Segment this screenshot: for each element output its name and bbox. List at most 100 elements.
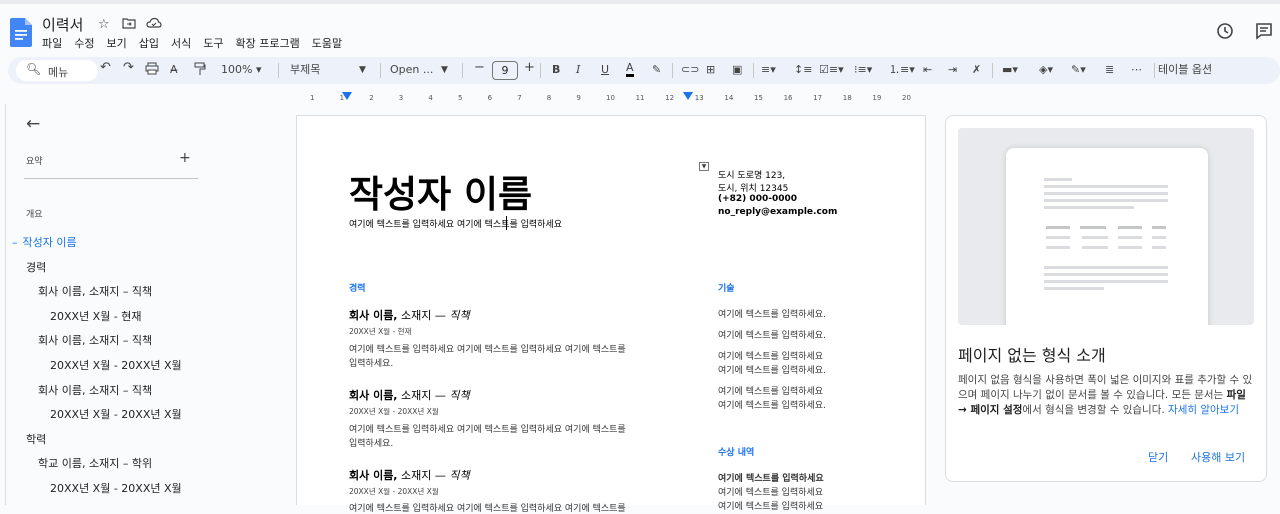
increase-font-size-icon[interactable]: + <box>524 60 535 76</box>
chevron-down-icon[interactable]: ▼ <box>699 162 709 171</box>
contact-address[interactable]: 도시 도로명 123, <box>718 168 785 181</box>
contact-email[interactable]: no_reply@example.com <box>718 207 837 217</box>
menu-edit[interactable]: 수정 <box>68 37 100 51</box>
menu-search-button[interactable]: 🔍︎ 메뉴 <box>16 60 98 81</box>
menu-file[interactable]: 파일 <box>42 37 68 51</box>
job-description[interactable]: 여기에 텍스트를 입력하세요 여기에 텍스트를 입력하세요 여기에 텍스트를 <box>349 342 626 355</box>
outline-item[interactable]: 학력 <box>26 431 46 447</box>
add-comment-icon[interactable]: ⊞ <box>706 62 715 78</box>
award-item[interactable]: 여기에 텍스트를 입력하세요 <box>718 471 824 484</box>
author-subtitle[interactable]: 여기에 텍스트를 입력하세요 여기에 텍스트를 입력하세요 <box>349 217 562 230</box>
menu-format[interactable]: 서식 <box>165 37 197 51</box>
skill-item[interactable]: 여기에 텍스트를 입력하세요. <box>718 398 826 411</box>
border-width-icon[interactable]: ▬▾ <box>1002 62 1018 78</box>
border-color-icon[interactable]: ✎▾ <box>1071 62 1086 78</box>
move-to-folder-icon[interactable] <box>122 17 136 33</box>
add-summary-icon[interactable]: + <box>179 150 191 166</box>
zoom-select[interactable]: 100% ▾ <box>221 62 261 78</box>
skill-item[interactable]: 여기에 텍스트를 입력하세요. <box>718 363 826 376</box>
job-description[interactable]: 여기에 텍스트를 입력하세요 여기에 텍스트를 입력하세요 여기에 텍스트를 <box>349 501 626 514</box>
job-dates[interactable]: 20XX년 X월 - 현재 <box>349 326 411 337</box>
undo-icon[interactable]: ↶ <box>100 60 111 76</box>
decrease-font-size-icon[interactable]: − <box>474 60 485 76</box>
outline-item[interactable]: 20XX년 X월 - 20XX년 X월 <box>50 480 182 496</box>
history-icon[interactable] <box>1216 22 1234 44</box>
spellcheck-icon[interactable]: A̶ <box>170 62 178 78</box>
comments-icon[interactable] <box>1255 22 1273 44</box>
outline-item[interactable]: 경력 <box>26 259 46 275</box>
job-title[interactable]: 회사 이름, 소재지 — 직책 <box>349 307 470 323</box>
text-color-icon[interactable]: A <box>626 62 634 77</box>
font-size-input[interactable]: 9 <box>492 61 518 80</box>
outline-item[interactable]: 학교 이름, 소재지 – 학위 <box>38 455 152 471</box>
increase-indent-icon[interactable]: ⇥ <box>948 62 957 78</box>
outline-item[interactable]: 20XX년 X월 - 20XX년 X월 <box>50 406 182 422</box>
menu-insert[interactable]: 삽입 <box>133 37 165 51</box>
contact-city[interactable]: 도시, 위치 12345 <box>718 181 788 194</box>
awards-heading[interactable]: 수상 내역 <box>718 445 754 458</box>
underline-icon[interactable]: U <box>601 62 609 78</box>
insert-image-icon[interactable]: ▣ <box>732 62 742 78</box>
menu-tools[interactable]: 도구 <box>197 37 229 51</box>
align-icon[interactable]: ≡▾ <box>761 62 776 78</box>
line-spacing-icon[interactable]: ↕≡ <box>794 62 812 78</box>
outline-item[interactable]: 20XX년 X월 - 20XX년 X월 <box>50 357 182 373</box>
job-description[interactable]: 입력하세요. <box>349 436 393 449</box>
skill-item[interactable]: 여기에 텍스트를 입력하세요. <box>718 307 826 320</box>
experience-heading[interactable]: 경력 <box>349 281 366 294</box>
close-button[interactable]: 닫기 <box>1148 449 1168 465</box>
star-icon[interactable]: ☆ <box>98 17 110 32</box>
job-description[interactable]: 여기에 텍스트를 입력하세요 여기에 텍스트를 입력하세요 여기에 텍스트를 <box>349 422 626 435</box>
clear-formatting-icon[interactable]: ✗ <box>972 62 981 78</box>
numbered-list-icon[interactable]: ⒈≡▾ <box>889 62 915 78</box>
job-title[interactable]: 회사 이름, 소재지 — 직책 <box>349 467 470 483</box>
style-select[interactable]: 부제목 <box>290 62 320 78</box>
horizontal-ruler[interactable]: 1 1 2 3 4 5 6 7 8 9 10 11 12 13 14 15 16 17 18 19 20 <box>296 90 926 104</box>
award-item[interactable]: 여기에 텍스트를 입력하세요 <box>718 485 823 498</box>
menu-extensions[interactable]: 확장 프로그램 <box>230 37 306 51</box>
skill-item[interactable]: 여기에 텍스트를 입력하세요 <box>718 384 823 397</box>
cloud-status-icon[interactable] <box>146 17 162 33</box>
author-name-heading[interactable]: 작성자 이름 <box>349 164 532 218</box>
bulleted-list-icon[interactable]: ⁝≡▾ <box>854 62 872 78</box>
italic-icon[interactable]: I <box>576 62 580 78</box>
learn-more-link[interactable]: 자세히 알아보기 <box>1168 404 1239 416</box>
checklist-icon[interactable]: ☑≡▾ <box>819 62 844 78</box>
redo-icon[interactable]: ↷ <box>123 60 134 76</box>
vertical-ruler[interactable] <box>0 104 6 505</box>
try-it-button[interactable]: 사용해 보기 <box>1191 449 1245 465</box>
menu-view[interactable]: 보기 <box>101 37 133 51</box>
outline-item[interactable]: 20XX년 X월 - 현재 <box>50 308 142 324</box>
highlight-icon[interactable]: ✎ <box>652 62 661 78</box>
fill-color-icon[interactable]: ◈▾ <box>1039 62 1053 78</box>
docs-logo-icon[interactable] <box>10 18 32 47</box>
outline-item[interactable]: 회사 이름, 소재지 – 직책 <box>38 283 152 299</box>
outline-item[interactable]: 회사 이름, 소재지 – 직책 <box>38 332 152 348</box>
summary-label: 요약 <box>26 157 43 167</box>
link-icon[interactable]: ⊂⊃ <box>681 62 699 78</box>
contact-phone[interactable]: (+82) 000-0000 <box>718 194 797 204</box>
skill-item[interactable]: 여기에 텍스트를 입력하세요 <box>718 349 823 362</box>
paint-format-icon[interactable] <box>194 62 206 81</box>
document-title[interactable]: 이력서 <box>42 14 83 35</box>
job-dates[interactable]: 20XX년 X월 - 20XX년 X월 <box>349 486 439 497</box>
back-arrow-icon[interactable]: ← <box>26 114 40 134</box>
job-description[interactable]: 입력하세요. <box>349 356 393 369</box>
font-select[interactable]: Open ... <box>390 62 433 78</box>
illustration-line <box>1044 280 1168 283</box>
job-dates[interactable]: 20XX년 X월 - 20XX년 X월 <box>349 406 439 417</box>
outline-item[interactable]: 회사 이름, 소재지 – 직책 <box>38 382 152 398</box>
decrease-indent-icon[interactable]: ⇤ <box>923 62 932 78</box>
award-item[interactable]: 여기에 텍스트를 입력하세요 <box>718 499 823 512</box>
border-style-icon[interactable]: ≣ <box>1105 62 1114 78</box>
menu-help[interactable]: 도움말 <box>306 37 348 51</box>
document-page[interactable]: 작성자 이름 여기에 텍스트를 입력하세요 여기에 텍스트를 입력하세요 ▼ 도… <box>296 115 926 514</box>
outline-item[interactable]: – 작성자 이름 <box>12 234 77 250</box>
border-dash-icon[interactable]: ⋯ <box>1131 62 1142 78</box>
table-options-button[interactable]: 테이블 옵션 <box>1158 62 1212 78</box>
job-title[interactable]: 회사 이름, 소재지 — 직책 <box>349 387 470 403</box>
skill-item[interactable]: 여기에 텍스트를 입력하세요. <box>718 328 826 341</box>
print-icon[interactable] <box>145 62 159 80</box>
skills-heading[interactable]: 기술 <box>718 281 735 294</box>
bold-icon[interactable]: B <box>552 62 560 78</box>
